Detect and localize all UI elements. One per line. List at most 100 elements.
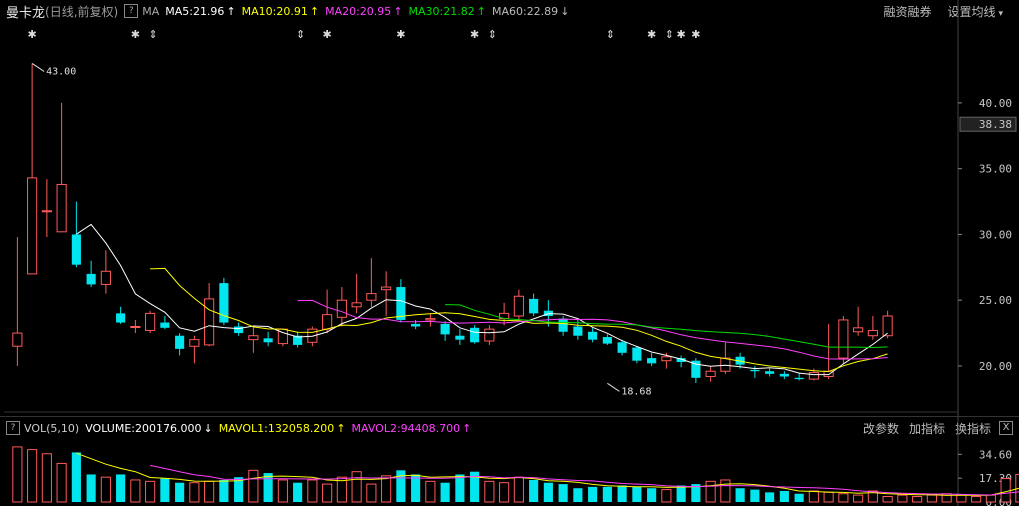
volume-bar xyxy=(750,489,760,502)
price-tick-label: 25.00 xyxy=(979,294,1012,307)
candle-body xyxy=(189,339,200,347)
candle-body xyxy=(455,335,465,340)
volume-bar xyxy=(189,482,200,503)
volume-bar xyxy=(263,473,273,502)
candle-body xyxy=(588,331,598,340)
volume-bar xyxy=(145,480,156,503)
volume-bar xyxy=(116,474,126,502)
candle-body xyxy=(396,287,406,320)
volume-bar xyxy=(277,479,288,503)
candle-body xyxy=(248,335,259,341)
candle-body xyxy=(647,358,657,364)
volume-bar xyxy=(808,490,819,503)
volume-bar xyxy=(322,483,333,503)
star-icon: ✱ xyxy=(396,28,405,41)
candle-body xyxy=(838,319,849,359)
price-tick-label: 40.00 xyxy=(979,97,1012,110)
star-icon: ✱ xyxy=(28,28,37,41)
volume-bar xyxy=(632,486,642,502)
volume-bar xyxy=(912,495,923,503)
volume-bar xyxy=(853,494,864,503)
candle-body xyxy=(234,326,244,334)
candle-body xyxy=(116,313,126,323)
ma5-line xyxy=(76,223,888,376)
price-tick-label: 20.00 xyxy=(979,360,1012,373)
candle-body xyxy=(100,270,111,285)
star-icon: ✱ xyxy=(323,28,332,41)
candle-body xyxy=(336,299,347,318)
volume-bar xyxy=(971,495,982,503)
annotation-label: 18.68 xyxy=(621,386,651,397)
volume-bar xyxy=(204,480,215,503)
double-arrow-icon: ⇕ xyxy=(606,28,615,41)
volume-bar xyxy=(647,488,657,502)
candle-body xyxy=(617,342,627,353)
candle-body xyxy=(882,315,893,337)
volume-bar xyxy=(396,470,406,502)
volume-bar xyxy=(41,453,52,503)
star-icon: ✱ xyxy=(647,28,656,41)
price-tick-label: 35.00 xyxy=(979,163,1012,176)
candle-body xyxy=(750,369,760,372)
candle-body xyxy=(808,372,819,380)
volume-bar xyxy=(558,484,568,502)
stock-chart[interactable]: 40.0035.0030.0025.0020.0038.3834.6017.30… xyxy=(0,0,1019,506)
candle-body xyxy=(661,356,672,362)
volume-bar xyxy=(130,479,141,503)
candle-body xyxy=(322,314,333,330)
volume-bar xyxy=(484,480,495,503)
volume-bar xyxy=(573,488,583,502)
candle-body xyxy=(130,326,141,329)
volume-bar xyxy=(293,482,303,502)
candle-body xyxy=(529,298,539,314)
volume-bar xyxy=(307,479,318,503)
volume-bar xyxy=(248,469,259,503)
annotation-pointer xyxy=(31,63,45,72)
candle-body xyxy=(573,326,583,336)
candle-body xyxy=(602,337,612,344)
candle-body xyxy=(632,347,642,361)
volume-bar xyxy=(661,489,672,503)
volume-bar xyxy=(381,475,392,503)
candle-body xyxy=(411,323,421,327)
volume-tick-label: 34.60 xyxy=(979,448,1012,461)
volume-bar xyxy=(100,476,111,503)
candle-body xyxy=(513,295,524,317)
star-icon: ✱ xyxy=(470,28,479,41)
volume-bar xyxy=(926,494,937,503)
annotation-pointer xyxy=(607,382,620,392)
volume-bar xyxy=(823,491,834,503)
candle-body xyxy=(558,318,568,332)
candle-body xyxy=(351,302,362,308)
price-tick-label: 30.00 xyxy=(979,228,1012,241)
candle-body xyxy=(56,183,67,233)
candle-body xyxy=(12,332,23,347)
volume-bar xyxy=(617,485,627,502)
candle-body xyxy=(263,338,273,343)
volume-bar xyxy=(529,479,539,502)
current-price-label: 38.38 xyxy=(979,118,1012,131)
annotation-label: 43.00 xyxy=(46,66,76,77)
star-icon: ✱ xyxy=(691,28,700,41)
candle-body xyxy=(484,328,495,342)
candle-body xyxy=(160,322,170,328)
volume-bar xyxy=(838,493,849,503)
volume-bar xyxy=(779,490,789,502)
volume-bar xyxy=(12,446,23,503)
volume-bar xyxy=(27,449,38,503)
volume-bar xyxy=(543,482,553,502)
volume-bar xyxy=(985,494,996,503)
double-arrow-icon: ⇕ xyxy=(665,28,674,41)
candle-body xyxy=(705,370,716,377)
volume-bar xyxy=(56,462,67,503)
volume-bar xyxy=(440,482,450,502)
candle-body xyxy=(425,318,436,321)
volume-bar xyxy=(676,485,686,502)
volume-bar xyxy=(602,486,612,502)
double-arrow-icon: ⇕ xyxy=(488,28,497,41)
volume-bar xyxy=(351,471,362,503)
double-arrow-icon: ⇕ xyxy=(296,28,305,41)
candle-body xyxy=(440,323,450,335)
candle-body xyxy=(794,377,804,380)
candle-body xyxy=(765,371,775,374)
